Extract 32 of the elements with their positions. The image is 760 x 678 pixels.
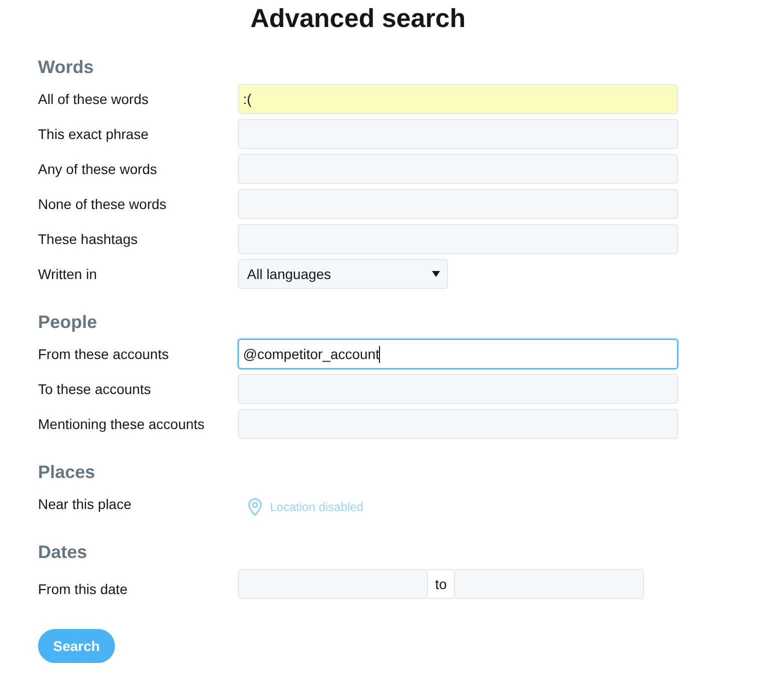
field-label: This exact phrase xyxy=(38,125,150,143)
select-value: All languages xyxy=(247,266,332,282)
language-select[interactable]: All languages xyxy=(238,259,448,289)
input-field[interactable] xyxy=(238,409,678,439)
caret-icon xyxy=(432,271,440,277)
input-field[interactable] xyxy=(238,224,678,254)
field-label: None of these words xyxy=(38,195,168,213)
start-date-field[interactable] xyxy=(238,569,428,599)
input-field[interactable] xyxy=(238,154,678,184)
field-label: Written in xyxy=(38,265,98,283)
field-label: Near this place xyxy=(38,495,132,513)
input-field[interactable] xyxy=(238,119,678,149)
section-heading: People xyxy=(38,312,98,332)
map-pin-icon xyxy=(248,498,262,516)
end-date-field[interactable] xyxy=(454,569,644,599)
field-label: To these accounts xyxy=(38,380,152,398)
field-label: From this date xyxy=(38,580,128,598)
section-heading: Words xyxy=(38,57,95,77)
field-label: These hashtags xyxy=(38,230,139,248)
range-separator: to xyxy=(428,569,454,599)
text-cursor-icon xyxy=(379,346,380,362)
input-field[interactable] xyxy=(238,374,678,404)
input-field[interactable]: @competitor_account xyxy=(238,339,678,369)
field-label: From these accounts xyxy=(38,345,170,363)
section-heading: Dates xyxy=(38,542,88,562)
input-field[interactable]: :( xyxy=(238,84,678,114)
page-title: Advanced search xyxy=(249,3,467,34)
field-label: Mentioning these accounts xyxy=(38,415,206,433)
field-label: Any of these words xyxy=(38,160,158,178)
section-heading: Places xyxy=(38,462,96,482)
input-field[interactable] xyxy=(238,189,678,219)
field-label: All of these words xyxy=(38,90,150,108)
